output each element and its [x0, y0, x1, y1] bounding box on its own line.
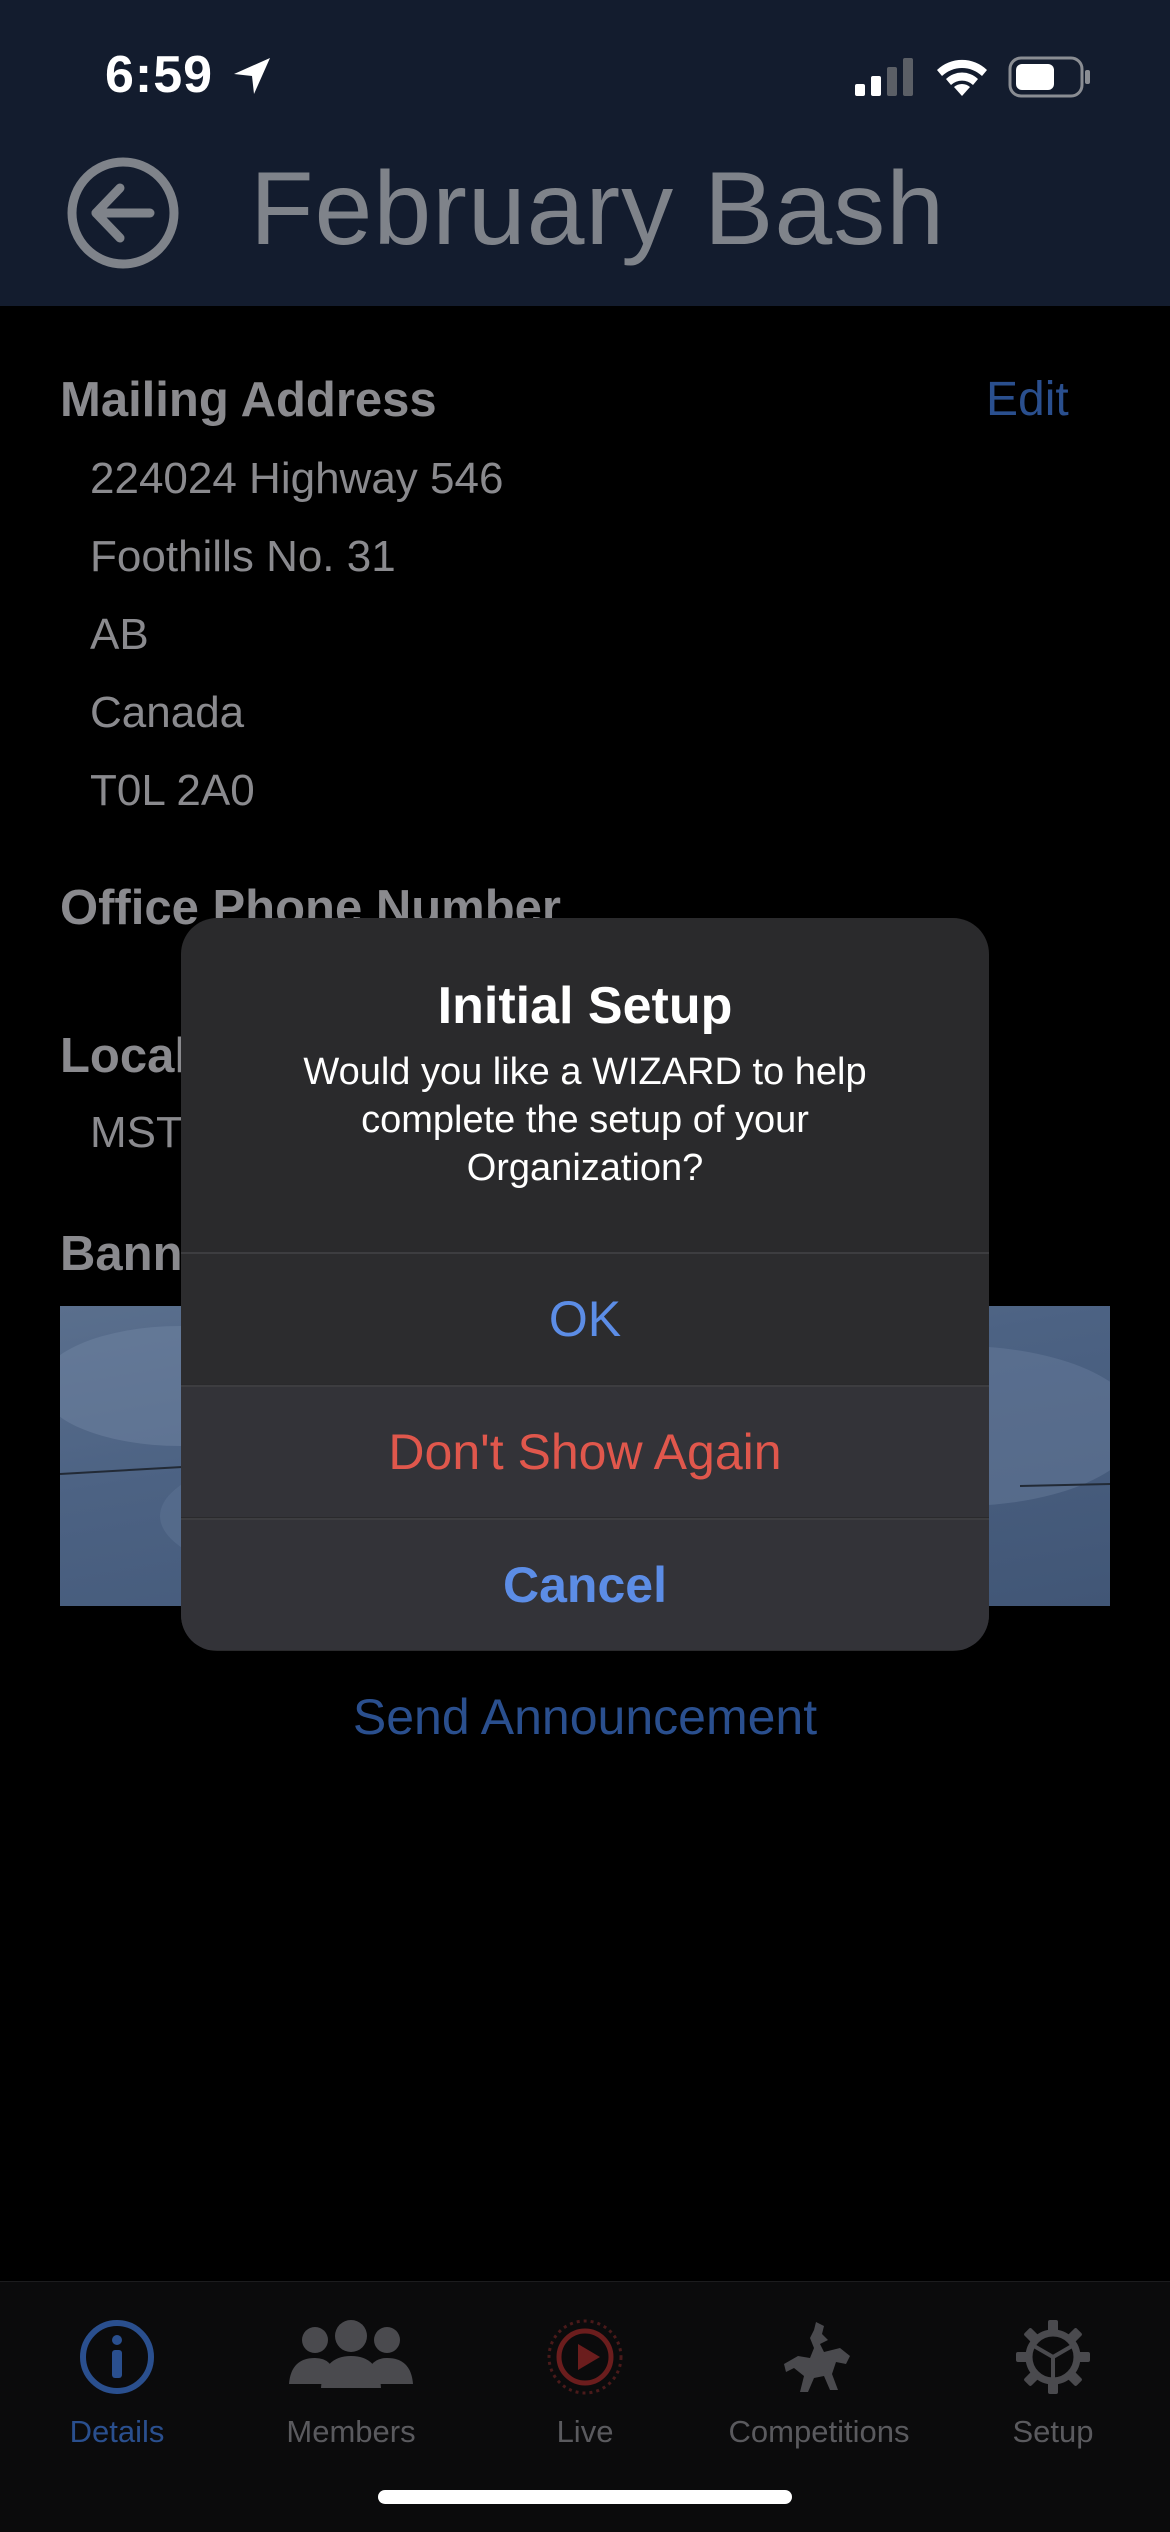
status-time: 6:59: [105, 46, 214, 104]
address-line: AB: [90, 610, 149, 659]
tab-live[interactable]: Live: [468, 2302, 702, 2452]
tab-label: Details: [69, 2414, 165, 2449]
back-arrow-icon[interactable]: [66, 156, 180, 270]
alert-title: Initial Setup: [437, 977, 733, 1035]
home-indicator[interactable]: [378, 2490, 792, 2504]
cancel-button[interactable]: Cancel: [181, 1518, 989, 1650]
tab-label: Members: [286, 2414, 416, 2449]
initial-setup-alert: Initial Setup Would you like a WIZARD to…: [181, 918, 989, 1651]
address-line: 224024 Highway 546: [90, 454, 504, 503]
page-title: February Bash: [250, 151, 946, 267]
live-play-icon: [547, 2319, 623, 2395]
tab-details[interactable]: Details: [0, 2302, 234, 2452]
members-icon: [289, 2320, 413, 2388]
local-value: MST: [90, 1108, 183, 1157]
tab-setup[interactable]: Setup: [936, 2302, 1170, 2452]
local-label: Local: [60, 1029, 188, 1083]
cellular-signal-icon: [855, 58, 913, 96]
mailing-address-label: Mailing Address: [60, 373, 437, 427]
info-icon: [80, 2320, 154, 2394]
alert-message: Would you like a WIZARD to help complete…: [303, 1051, 867, 1189]
dont-show-again-button[interactable]: Don't Show Again: [181, 1385, 989, 1517]
edit-button[interactable]: Edit: [986, 372, 1069, 427]
tab-label: Live: [556, 2414, 614, 2449]
address-line: Canada: [90, 688, 245, 737]
status-bar: 6:59: [0, 0, 1170, 150]
nav-header: 6:59 February Bash: [0, 0, 1170, 306]
gear-icon: [1016, 2320, 1090, 2394]
wifi-icon: [937, 59, 987, 96]
tab-label: Setup: [1012, 2414, 1094, 2449]
tab-members[interactable]: Members: [234, 2302, 468, 2452]
address-line: T0L 2A0: [90, 766, 255, 815]
ok-button[interactable]: OK: [181, 1252, 989, 1384]
address-line: Foothills No. 31: [90, 532, 396, 581]
banner-label: Bann: [60, 1227, 183, 1281]
battery-icon: [1008, 56, 1090, 98]
tab-label: Competitions: [728, 2414, 910, 2449]
location-arrow-icon: [234, 58, 270, 94]
send-announcement-button[interactable]: Send Announcement: [0, 1688, 1170, 1746]
rodeo-icon: [784, 2322, 850, 2392]
tab-competitions[interactable]: Competitions: [702, 2302, 936, 2452]
